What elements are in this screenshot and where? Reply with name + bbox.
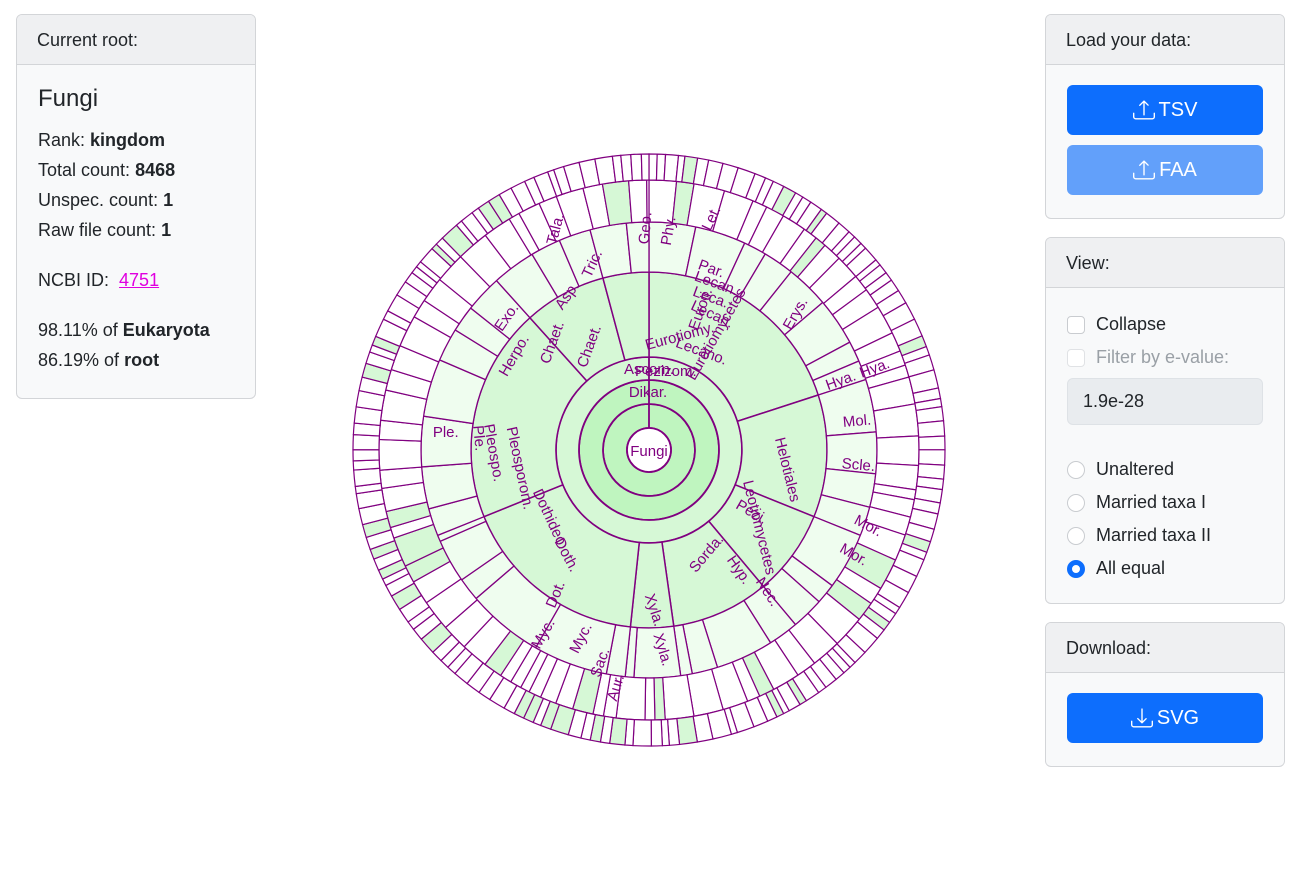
collapse-option[interactable]: Collapse: [1067, 308, 1263, 341]
sunburst-segment[interactable]: [918, 435, 946, 451]
current-root-header: Current root:: [17, 15, 255, 65]
load-data-header: Load your data:: [1046, 15, 1284, 65]
download-svg-button[interactable]: SVG: [1067, 693, 1263, 743]
download-card: Download: SVG: [1045, 622, 1285, 767]
sunburst-chart[interactable]: FungiDikar.Ascom.Pezizom.LeotiomycetesHe…: [349, 150, 949, 750]
sunburst-label[interactable]: Dikar.: [629, 384, 667, 401]
radio-unaltered-input[interactable]: [1067, 460, 1085, 479]
total-count-label: Total count:: [38, 160, 131, 180]
radio-all-equal-label: All equal: [1096, 558, 1166, 578]
sunburst-segment[interactable]: [917, 420, 946, 438]
sunburst-segment[interactable]: [676, 715, 699, 746]
upload-icon: [1133, 160, 1156, 180]
sunburst-center-label[interactable]: Fungi: [630, 443, 668, 460]
radio-married-taxa-1-input[interactable]: [1067, 493, 1085, 512]
upload-tsv-button[interactable]: TSV: [1067, 85, 1263, 135]
radio-married-taxa-2[interactable]: Married taxa II: [1067, 519, 1263, 552]
sunburst-segment[interactable]: [352, 433, 380, 451]
sunburst-segment[interactable]: [875, 435, 920, 467]
sunburst-label[interactable]: Geo.: [636, 211, 656, 245]
collapse-checkbox[interactable]: [1067, 315, 1085, 334]
rank-label: Rank:: [38, 130, 86, 150]
percent-root: 86.19% of: [38, 350, 120, 370]
unspec-count-row: Unspec. count: 1: [38, 185, 234, 215]
sunburst-label[interactable]: Scle.: [841, 455, 876, 475]
unspec-count-label: Unspec. count:: [38, 190, 159, 210]
ncbi-label: NCBI ID:: [38, 270, 110, 290]
sunburst-segment[interactable]: [353, 467, 382, 488]
raw-file-count-value: 1: [161, 220, 172, 240]
sunburst-segment[interactable]: [632, 718, 652, 747]
download-svg-label: SVG: [1156, 706, 1200, 729]
download-header: Download:: [1046, 623, 1284, 673]
percent-eukaryota: 98.11% of: [38, 320, 118, 340]
sunburst-segment[interactable]: [650, 719, 663, 747]
radio-all-equal[interactable]: All equal: [1067, 552, 1263, 585]
rank-value: kingdom: [90, 130, 166, 150]
total-count-row: Total count: 8468: [38, 155, 234, 185]
rank-row: Rank: kingdom: [38, 125, 234, 155]
raw-file-count-row: Raw file count: 1: [38, 215, 234, 245]
filter-evalue-option[interactable]: Filter by e-value:: [1067, 341, 1263, 374]
percent-eukaryota-row: 98.11% of Eukaryota: [38, 315, 234, 345]
filter-evalue-label: Filter by e-value:: [1096, 347, 1230, 367]
radio-married-taxa-2-label: Married taxa II: [1096, 525, 1212, 545]
sunburst-segment[interactable]: [630, 153, 643, 182]
upload-faa-button[interactable]: FAA: [1067, 145, 1263, 195]
upload-icon: [1132, 100, 1155, 120]
radio-married-taxa-1-label: Married taxa I: [1096, 492, 1207, 512]
view-header: View:: [1046, 238, 1284, 288]
taxon-name: Fungi: [38, 85, 99, 112]
sunburst-segment[interactable]: [918, 449, 946, 466]
sunburst-segment[interactable]: [648, 153, 658, 181]
evalue-input[interactable]: 1.9e-28: [1067, 378, 1263, 425]
collapse-label: Collapse: [1096, 314, 1167, 334]
sunburst-segment[interactable]: [352, 449, 380, 462]
sunburst-segment[interactable]: [653, 676, 666, 721]
upload-tsv-label: TSV: [1158, 98, 1198, 121]
radio-all-equal-input[interactable]: [1067, 559, 1085, 578]
sunburst-segment[interactable]: [352, 459, 381, 471]
unspec-count-value: 1: [163, 190, 174, 210]
radio-married-taxa-1[interactable]: Married taxa I: [1067, 486, 1263, 519]
download-icon: [1130, 708, 1153, 728]
sunburst-segment[interactable]: [644, 677, 656, 721]
sunburst-segment[interactable]: [640, 153, 650, 181]
radio-unaltered-label: Unaltered: [1096, 459, 1175, 479]
filter-evalue-checkbox[interactable]: [1067, 348, 1085, 367]
ncbi-id-link[interactable]: 4751: [119, 270, 159, 290]
percent-root-row: 86.19% of root: [38, 345, 234, 375]
view-card: View: Collapse Filter by e-value: 1.9e-2…: [1045, 237, 1285, 604]
load-data-card: Load your data: TSV FAA: [1045, 14, 1285, 219]
total-count-value: 8468: [135, 160, 176, 180]
eukaryota-label: Eukaryota: [122, 320, 210, 340]
current-root-card: Current root: Fungi Rank: kingdom Total …: [16, 14, 256, 399]
radio-unaltered[interactable]: Unaltered: [1067, 453, 1263, 486]
ncbi-row: NCBI ID: 4751: [38, 265, 234, 295]
sunburst-label[interactable]: Ple.: [433, 424, 459, 441]
upload-faa-label: FAA: [1159, 158, 1197, 181]
sunburst-label[interactable]: Mol.: [842, 412, 872, 431]
sunburst-segment[interactable]: [378, 438, 423, 471]
radio-married-taxa-2-input[interactable]: [1067, 526, 1085, 545]
raw-file-count-label: Raw file count:: [38, 220, 157, 240]
root-label: root: [124, 350, 160, 370]
